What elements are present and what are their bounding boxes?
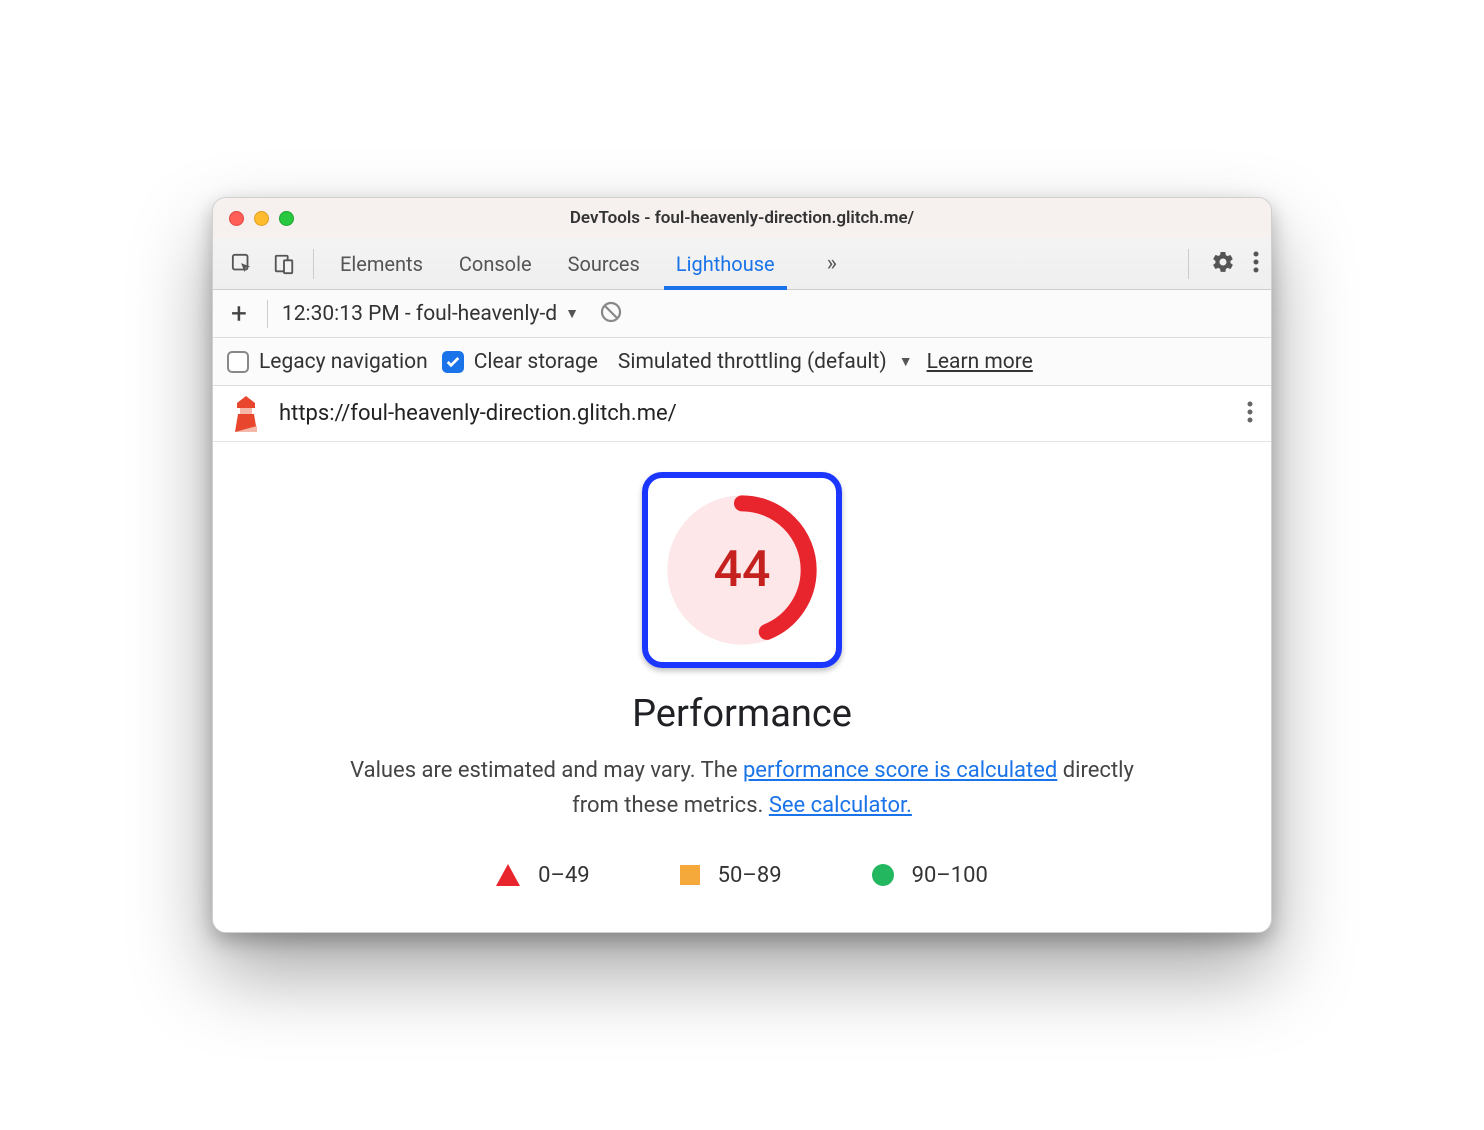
clear-storage-option[interactable]: Clear storage xyxy=(442,350,598,374)
learn-more-link[interactable]: Learn more xyxy=(927,350,1033,374)
window-title: DevTools - foul-heavenly-direction.glitc… xyxy=(213,208,1271,228)
legend-mid-label: 50–89 xyxy=(718,863,782,888)
panel-tabs: Elements Console Sources Lighthouse » xyxy=(336,240,837,288)
square-icon xyxy=(680,865,700,885)
titlebar: DevTools - foul-heavenly-direction.glitc… xyxy=(213,198,1271,238)
circle-icon xyxy=(872,864,894,886)
tab-console[interactable]: Console xyxy=(455,240,536,288)
clear-storage-checkbox[interactable] xyxy=(442,351,464,373)
legend-low: 0–49 xyxy=(496,863,590,888)
toolbar-divider xyxy=(1188,249,1189,279)
new-report-button[interactable]: + xyxy=(225,297,253,330)
settings-gear-icon[interactable] xyxy=(1211,250,1235,278)
lighthouse-icon xyxy=(231,396,261,432)
legacy-navigation-option[interactable]: Legacy navigation xyxy=(227,350,428,374)
tab-elements[interactable]: Elements xyxy=(336,240,427,288)
chevron-down-icon: ▼ xyxy=(899,353,913,370)
lighthouse-options-bar: Legacy navigation Clear storage Simulate… xyxy=(213,338,1271,386)
legacy-navigation-label: Legacy navigation xyxy=(259,350,428,374)
chevron-down-icon: ▼ xyxy=(565,305,579,322)
more-tabs-icon[interactable]: » xyxy=(827,251,837,276)
score-calc-link[interactable]: performance score is calculated xyxy=(743,758,1057,783)
report-menu-icon[interactable] xyxy=(1247,400,1253,428)
calculator-link[interactable]: See calculator. xyxy=(769,793,912,818)
minimize-window-button[interactable] xyxy=(254,211,269,226)
lighthouse-report: 44 Performance Values are estimated and … xyxy=(213,442,1271,931)
report-description: Values are estimated and may vary. The p… xyxy=(332,754,1152,822)
category-title: Performance xyxy=(632,692,852,736)
report-selector-label: 12:30:13 PM - foul-heavenly-d xyxy=(282,302,557,326)
performance-score: 44 xyxy=(662,490,822,650)
device-toggle-icon[interactable] xyxy=(267,247,301,281)
clear-report-icon[interactable] xyxy=(599,300,623,328)
report-url-row: https://foul-heavenly-direction.glitch.m… xyxy=(213,386,1271,442)
divider xyxy=(267,300,268,328)
tab-lighthouse[interactable]: Lighthouse xyxy=(672,240,779,288)
triangle-icon xyxy=(496,864,520,886)
legend-low-label: 0–49 xyxy=(538,863,590,888)
performance-gauge-highlight: 44 xyxy=(642,472,842,668)
legend-mid: 50–89 xyxy=(680,863,782,888)
legend-high: 90–100 xyxy=(872,863,988,888)
clear-storage-label: Clear storage xyxy=(474,350,598,374)
legacy-navigation-checkbox[interactable] xyxy=(227,351,249,373)
main-toolbar: Elements Console Sources Lighthouse » xyxy=(213,238,1271,290)
toolbar-divider xyxy=(313,249,314,279)
score-legend: 0–49 50–89 90–100 xyxy=(496,863,988,888)
close-window-button[interactable] xyxy=(229,211,244,226)
inspect-element-icon[interactable] xyxy=(225,247,259,281)
more-options-icon[interactable] xyxy=(1253,250,1259,278)
maximize-window-button[interactable] xyxy=(279,211,294,226)
lighthouse-subbar: + 12:30:13 PM - foul-heavenly-d ▼ xyxy=(213,290,1271,338)
performance-gauge[interactable]: 44 xyxy=(662,490,822,650)
report-url: https://foul-heavenly-direction.glitch.m… xyxy=(279,401,1229,426)
tab-sources[interactable]: Sources xyxy=(564,240,644,288)
devtools-window: DevTools - foul-heavenly-direction.glitc… xyxy=(212,197,1272,932)
throttling-label: Simulated throttling (default) xyxy=(618,350,887,374)
report-selector[interactable]: 12:30:13 PM - foul-heavenly-d ▼ xyxy=(282,302,579,326)
legend-high-label: 90–100 xyxy=(912,863,988,888)
throttling-selector[interactable]: Simulated throttling (default) ▼ xyxy=(618,350,913,374)
window-controls xyxy=(229,211,294,226)
desc-text: Values are estimated and may vary. The xyxy=(350,758,743,783)
